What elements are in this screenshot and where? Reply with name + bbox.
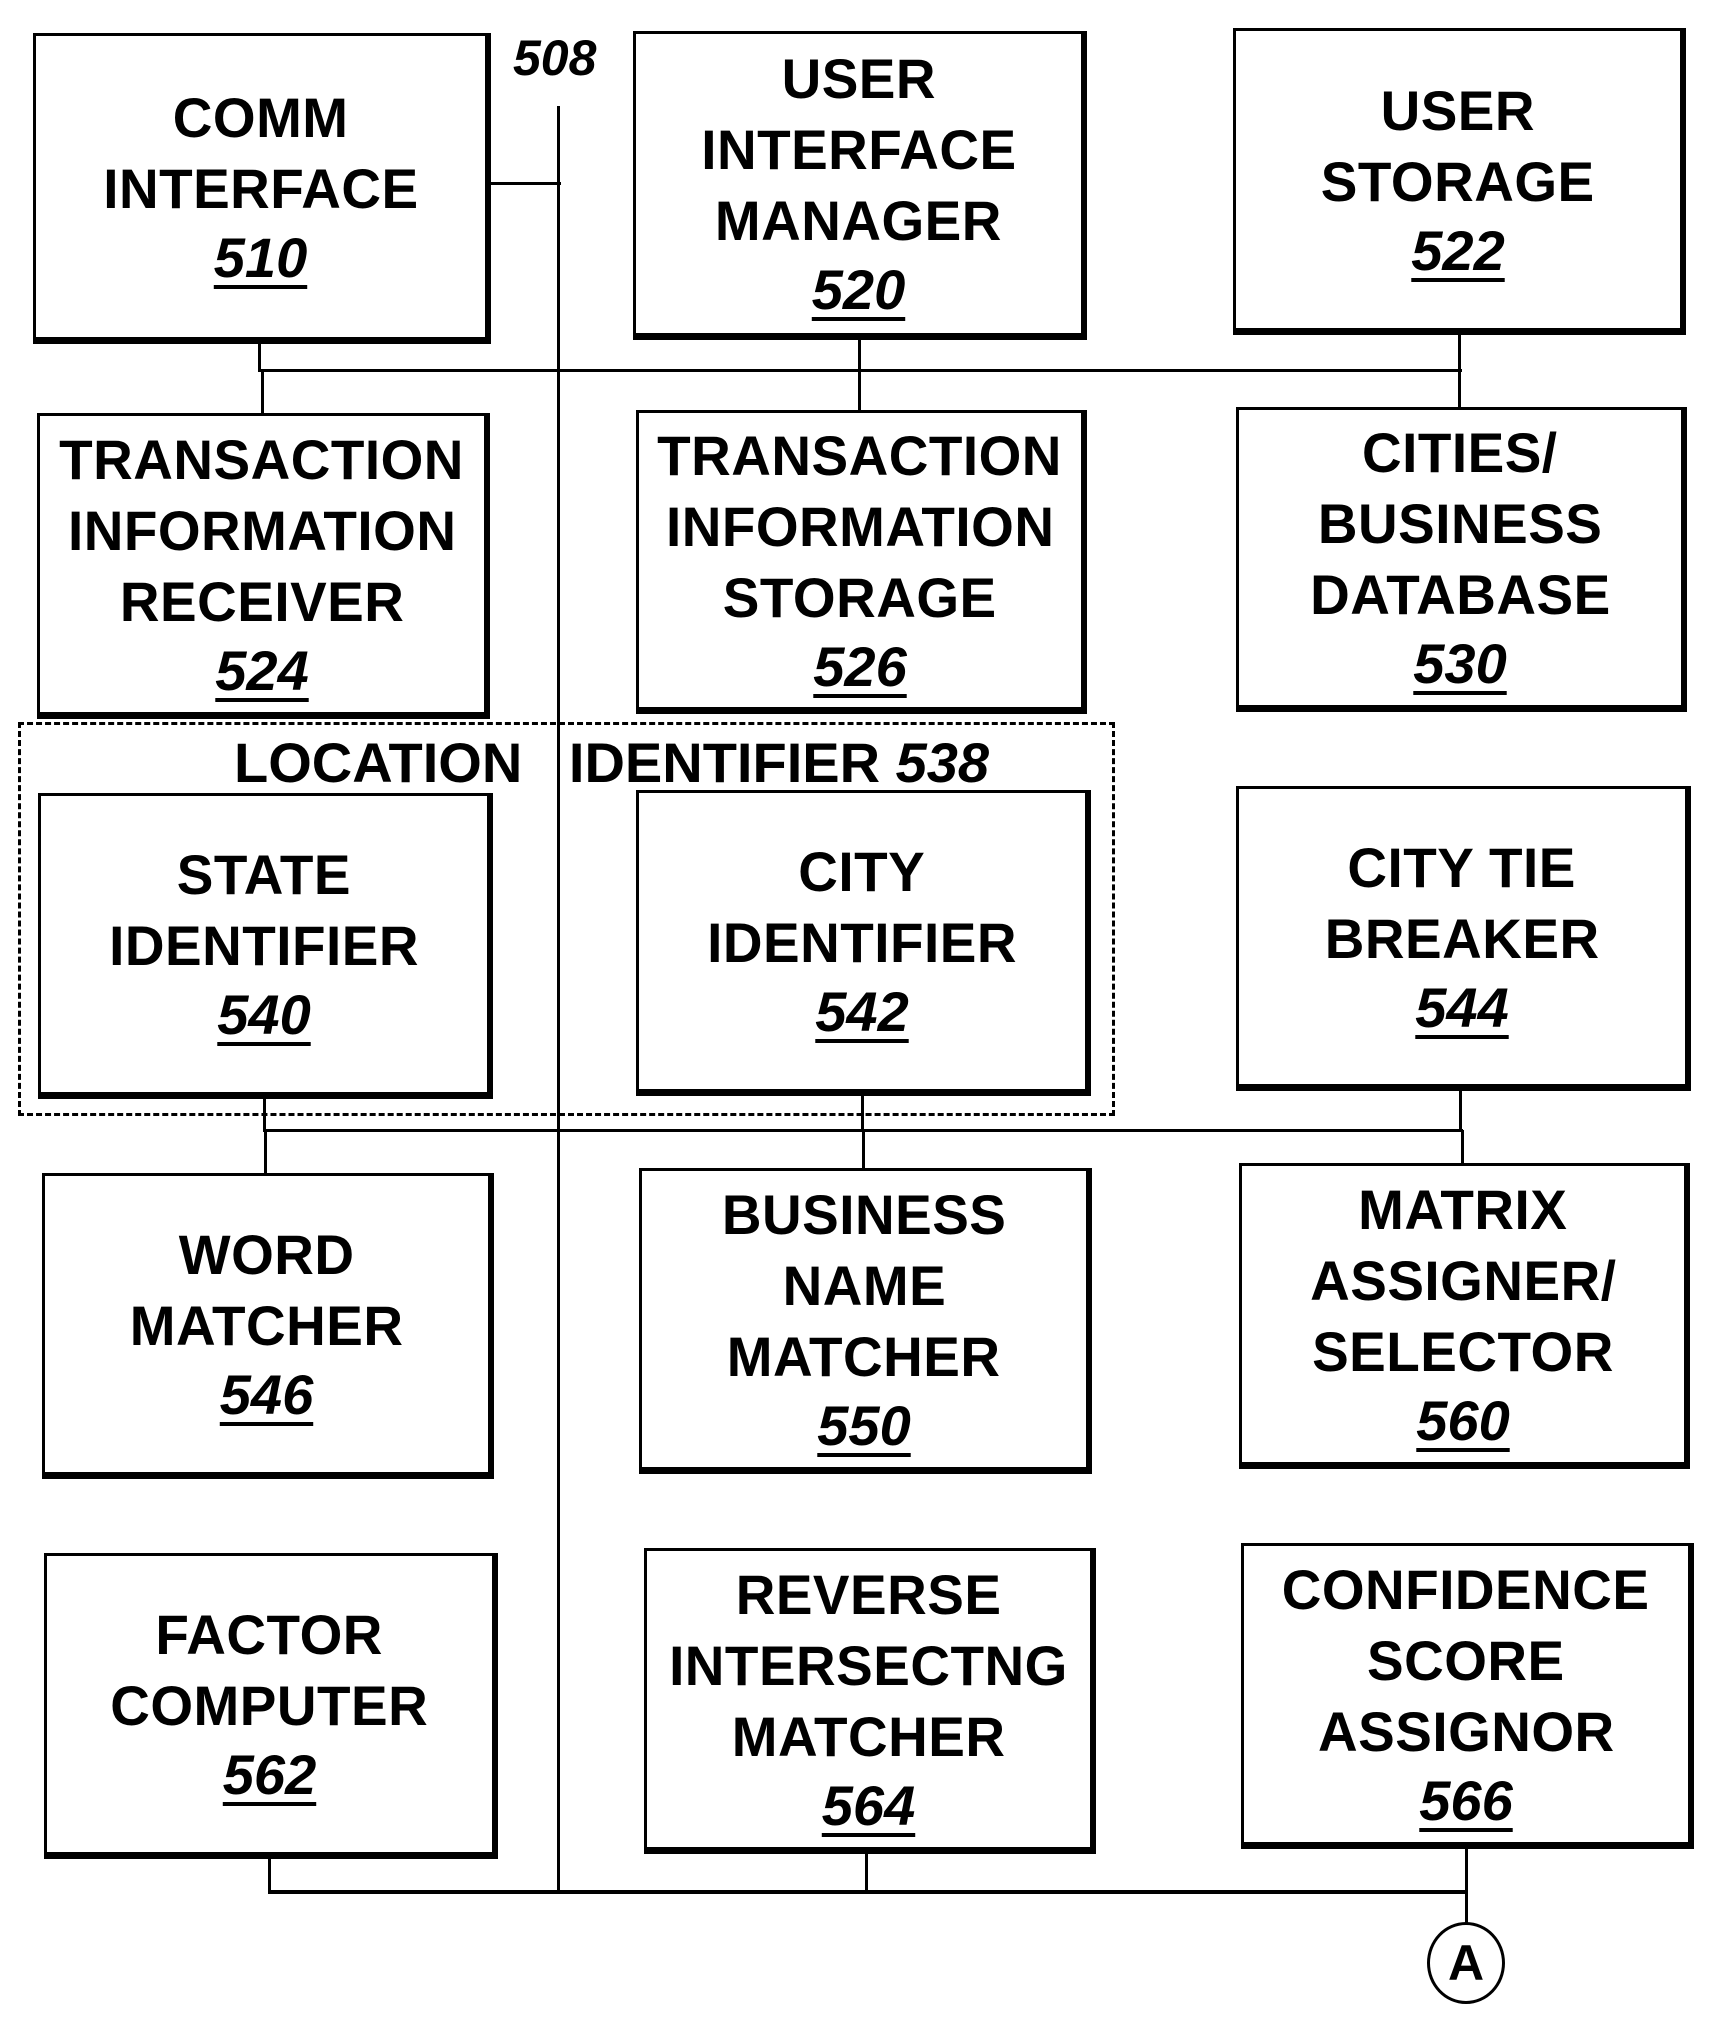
user-storage-box[interactable]: USER STORAGE 522: [1233, 28, 1686, 335]
box-ref-number: 564: [821, 1773, 916, 1837]
box-label-line: FACTOR: [155, 1603, 384, 1666]
state-identifier-box[interactable]: STATE IDENTIFIER 540: [38, 793, 493, 1099]
box-label-line: CONFIDENCE: [1282, 1557, 1650, 1621]
link-530: [1458, 370, 1461, 408]
box-ref-number: 540: [217, 983, 311, 1046]
matrix-assigner-selector-box[interactable]: MATRIX ASSIGNER/ SELECTOR 560: [1239, 1163, 1690, 1469]
box-label-line: TRANSACTION: [59, 427, 465, 491]
link-566: [1465, 1847, 1468, 1923]
box-label-line: IDENTIFIER: [109, 914, 419, 977]
link-524: [261, 370, 264, 414]
box-label-line: STATE: [176, 843, 352, 906]
box-ref-number: 562: [222, 1743, 317, 1806]
box-label-line: DATABASE: [1309, 563, 1611, 626]
box-label-line: ASSIGNOR: [1317, 1699, 1615, 1763]
ref-label-508: 508: [513, 30, 597, 86]
link-522: [1458, 333, 1461, 371]
box-label-line: CITIES/: [1362, 421, 1558, 484]
box-ref-number: 566: [1419, 1768, 1513, 1832]
box-ref-number: 520: [811, 258, 906, 321]
box-label-line: SELECTOR: [1312, 1319, 1614, 1383]
box-label-line: MANAGER: [715, 189, 1002, 252]
box-label-line: STORAGE: [1321, 149, 1595, 213]
box-label-line: RECEIVER: [119, 569, 405, 633]
box-label-line: BUSINESS: [1317, 492, 1603, 555]
box-label-line: INFORMATION: [67, 498, 457, 562]
box-label-line: COMPUTER: [110, 1674, 429, 1737]
box-label-line: STORAGE: [723, 565, 997, 629]
box-ref-number: 544: [1415, 975, 1509, 1039]
box-label-line: REVERSE: [735, 1562, 1002, 1626]
box-label-line: TRANSACTION: [657, 423, 1063, 487]
confidence-score-assignor-box[interactable]: CONFIDENCE SCORE ASSIGNOR 566: [1241, 1543, 1694, 1849]
box-ref-number: 542: [815, 980, 909, 1043]
box-label-line: CITY: [798, 840, 926, 903]
group-title-text: LOCATION IDENTIFIER: [234, 731, 881, 794]
box-label-line: BUSINESS: [721, 1182, 1007, 1246]
bus-line-bottom: [268, 1890, 1468, 1894]
comm-interface-box[interactable]: COMM INTERFACE 510: [33, 33, 491, 344]
box-ref-number: 510: [213, 225, 308, 289]
box-label-line: MATCHER: [129, 1294, 404, 1357]
user-interface-manager-box[interactable]: USER INTERFACE MANAGER 520: [633, 31, 1087, 340]
city-identifier-box[interactable]: CITY IDENTIFIER 542: [636, 790, 1091, 1096]
link-526: [858, 370, 861, 411]
connector-label: A: [1447, 1935, 1485, 1991]
business-name-matcher-box[interactable]: BUSINESS NAME MATCHER 550: [639, 1168, 1092, 1474]
box-label-line: WORD: [178, 1223, 355, 1286]
box-ref-number: 550: [817, 1393, 911, 1457]
box-ref-number: 560: [1416, 1388, 1510, 1452]
box-ref-number: 526: [813, 634, 907, 698]
city-tie-breaker-box[interactable]: CITY TIE BREAKER 544: [1236, 786, 1691, 1091]
box-label-line: MATCHER: [727, 1324, 1001, 1388]
reverse-intersectng-matcher-box[interactable]: REVERSE INTERSECTNG MATCHER 564: [644, 1548, 1096, 1854]
transaction-information-storage-box[interactable]: TRANSACTION INFORMATION STORAGE 526: [636, 410, 1087, 714]
location-identifier-title: LOCATION IDENTIFIER 538: [234, 733, 989, 793]
box-label-line: INTERFACE: [700, 118, 1017, 181]
factor-computer-box[interactable]: FACTOR COMPUTER 562: [44, 1553, 498, 1859]
box-label-line: INTERSECTNG: [669, 1633, 1068, 1697]
box-label-line: USER: [781, 47, 936, 110]
group-ref-538: 538: [895, 731, 990, 794]
box-ref-number: 546: [219, 1363, 314, 1426]
box-label-line: MATRIX: [1358, 1177, 1568, 1241]
ref-508-leader: [489, 182, 561, 185]
box-ref-number: 522: [1411, 218, 1505, 282]
word-matcher-box[interactable]: WORD MATCHER 546: [42, 1173, 494, 1479]
box-label-line: SCORE: [1367, 1628, 1565, 1692]
box-label-line: COMM: [172, 85, 349, 149]
cities-business-database-box[interactable]: CITIES/ BUSINESS DATABASE 530: [1236, 407, 1687, 712]
link-546: [264, 1130, 267, 1174]
box-ref-number: 524: [215, 638, 309, 702]
box-label-line: IDENTIFIER: [707, 911, 1017, 974]
box-label-line: CITY TIE: [1347, 835, 1577, 899]
link-510: [258, 342, 261, 372]
link-560: [1461, 1130, 1464, 1164]
transaction-information-receiver-box[interactable]: TRANSACTION INFORMATION RECEIVER 524: [37, 413, 490, 719]
link-520: [858, 338, 861, 372]
box-label-line: ASSIGNER/: [1309, 1248, 1617, 1312]
box-label-line: BREAKER: [1324, 906, 1600, 970]
link-550: [862, 1130, 865, 1169]
box-label-line: INFORMATION: [665, 494, 1055, 558]
box-label-line: USER: [1380, 78, 1536, 142]
box-label-line: MATCHER: [731, 1704, 1006, 1768]
off-page-connector-a[interactable]: A: [1427, 1922, 1505, 2004]
box-ref-number: 530: [1413, 632, 1507, 695]
box-label-line: INTERFACE: [102, 156, 419, 220]
box-label-line: NAME: [782, 1253, 946, 1317]
link-562: [268, 1857, 271, 1893]
link-544: [1459, 1089, 1462, 1131]
link-564: [865, 1852, 868, 1892]
